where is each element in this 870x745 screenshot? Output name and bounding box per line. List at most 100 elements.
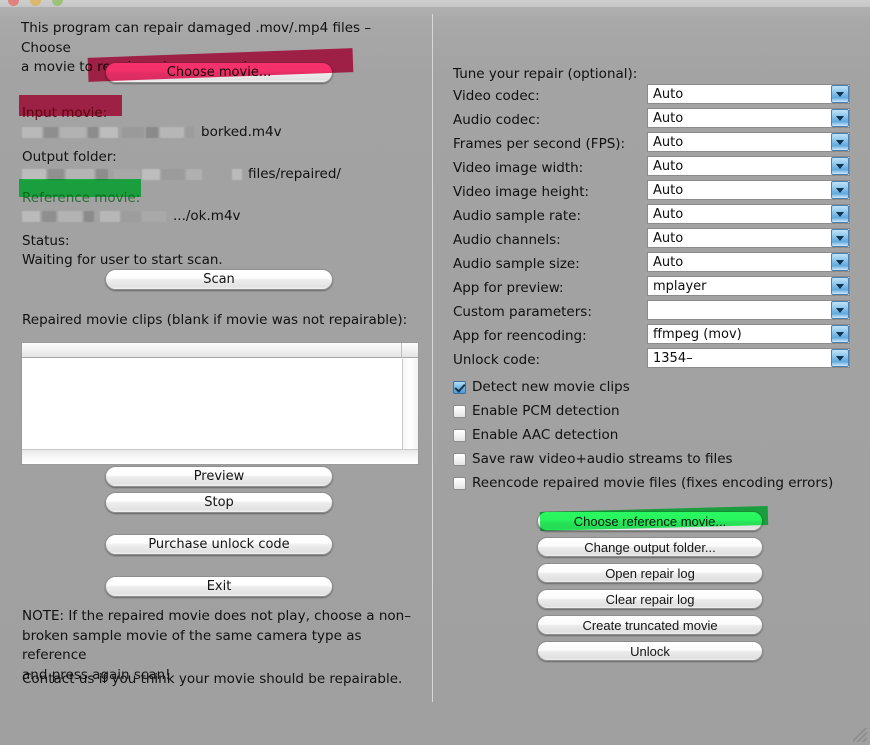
purchase-unlock-code-button[interactable]: Purchase unlock code <box>105 534 333 555</box>
field-label-7: Audio sample size: <box>453 256 580 272</box>
input-movie-filename: borked.m4v <box>201 124 282 140</box>
chevron-down-icon[interactable] <box>831 205 849 223</box>
list-horizontal-scrollbar[interactable] <box>22 449 418 464</box>
field-label-9: Custom parameters: <box>453 304 592 320</box>
status-label: Status: <box>22 233 70 249</box>
chevron-down-icon[interactable] <box>831 277 849 295</box>
list-body[interactable] <box>22 359 402 449</box>
field-select-6[interactable]: Auto <box>647 228 850 248</box>
chevron-down-icon[interactable] <box>831 181 849 199</box>
window-titlebar <box>0 0 870 7</box>
exit-button[interactable]: Exit <box>105 576 333 597</box>
field-value-7: Auto <box>653 254 684 270</box>
contact-text: Contact us if you think your movie shoul… <box>22 671 403 687</box>
field-value-0: Auto <box>653 86 684 102</box>
reference-movie-value: .../ok.m4v <box>173 208 241 224</box>
stop-button[interactable]: Stop <box>105 492 333 513</box>
checkbox-row-4[interactable]: Reencode repaired movie files (fixes enc… <box>453 475 833 491</box>
chevron-down-icon[interactable] <box>831 349 849 367</box>
open-repair-log-button[interactable]: Open repair log <box>537 563 763 583</box>
checkbox-unchecked-icon[interactable] <box>453 476 466 490</box>
checkbox-label-4: Reencode repaired movie files (fixes enc… <box>472 475 834 491</box>
repaired-clips-list[interactable] <box>21 342 419 465</box>
chevron-down-icon[interactable] <box>831 157 849 175</box>
app-window: This program can repair damaged .mov/.mp… <box>0 0 870 745</box>
checkbox-row-2[interactable]: Enable AAC detection <box>453 427 618 443</box>
field-value-6: Auto <box>653 230 684 246</box>
create-truncated-movie-button[interactable]: Create truncated movie <box>537 615 763 635</box>
reference-movie-path: .../ok.m4v <box>22 208 412 224</box>
field-select-1[interactable]: Auto <box>647 108 850 128</box>
field-select-3[interactable]: Auto <box>647 156 850 176</box>
chevron-down-icon[interactable] <box>831 133 849 151</box>
tune-repair-label: Tune your repair (optional): <box>453 66 638 82</box>
checkbox-checked-icon[interactable] <box>453 380 466 394</box>
minimize-button[interactable] <box>30 0 41 6</box>
panel-divider <box>432 14 433 702</box>
field-value-10: ffmpeg (mov) <box>653 326 742 342</box>
field-select-5[interactable]: Auto <box>647 204 850 224</box>
field-label-8: App for preview: <box>453 280 564 296</box>
output-folder-value: files/repaired/ <box>248 166 341 182</box>
field-select-10[interactable]: ffmpeg (mov) <box>647 324 850 344</box>
chevron-down-icon[interactable] <box>831 85 849 103</box>
unlock-button[interactable]: Unlock <box>537 641 763 661</box>
checkbox-label-3: Save raw video+audio streams to files <box>472 451 733 467</box>
field-label-10: App for reencoding: <box>453 328 587 344</box>
field-select-7[interactable]: Auto <box>647 252 850 272</box>
resize-grip[interactable] <box>853 728 867 742</box>
chevron-down-icon[interactable] <box>831 229 849 247</box>
output-folder-label: Output folder: <box>22 149 117 165</box>
field-value-5: Auto <box>653 206 684 222</box>
clear-repair-log-button[interactable]: Clear repair log <box>537 589 763 609</box>
status-value: Waiting for user to start scan. <box>22 252 223 268</box>
field-value-1: Auto <box>653 110 684 126</box>
field-select-11[interactable]: 1354– <box>647 348 850 368</box>
scan-button[interactable]: Scan <box>105 269 333 290</box>
input-movie-label: Input movie: <box>22 105 108 121</box>
checkbox-unchecked-icon[interactable] <box>453 428 466 442</box>
chevron-down-icon[interactable] <box>831 109 849 127</box>
checkbox-unchecked-icon[interactable] <box>453 452 466 466</box>
field-value-8: mplayer <box>653 278 707 294</box>
field-label-1: Audio codec: <box>453 112 541 128</box>
checkbox-row-1[interactable]: Enable PCM detection <box>453 403 620 419</box>
input-movie-path: borked.m4v <box>22 124 412 140</box>
change-output-folder-button[interactable]: Change output folder... <box>537 537 763 557</box>
checkbox-row-0[interactable]: Detect new movie clips <box>453 379 630 395</box>
checkbox-label-2: Enable AAC detection <box>472 427 619 443</box>
field-select-0[interactable]: Auto <box>647 84 850 104</box>
field-select-4[interactable]: Auto <box>647 180 850 200</box>
field-value-2: Auto <box>653 134 684 150</box>
field-value-4: Auto <box>653 182 684 198</box>
field-select-9[interactable] <box>647 300 850 320</box>
chevron-down-icon[interactable] <box>831 253 849 271</box>
output-folder-path: files/repaired/ <box>22 166 412 182</box>
checkbox-row-3[interactable]: Save raw video+audio streams to files <box>453 451 733 467</box>
zoom-button[interactable] <box>52 0 63 6</box>
preview-button[interactable]: Preview <box>105 466 333 487</box>
left-panel: This program can repair damaged .mov/.mp… <box>0 7 432 745</box>
checkbox-label-0: Detect new movie clips <box>472 379 630 395</box>
chevron-down-icon[interactable] <box>831 325 849 343</box>
reference-movie-label: Reference movie: <box>22 190 141 206</box>
chevron-down-icon[interactable] <box>831 301 849 319</box>
list-header <box>22 343 418 358</box>
checkbox-unchecked-icon[interactable] <box>453 404 466 418</box>
field-select-2[interactable]: Auto <box>647 132 850 152</box>
repaired-clips-label: Repaired movie clips (blank if movie was… <box>22 312 408 328</box>
field-select-8[interactable]: mplayer <box>647 276 850 296</box>
field-label-11: Unlock code: <box>453 352 541 368</box>
choose-reference-movie-button[interactable]: Choose reference movie... <box>537 511 763 531</box>
choose-movie-button[interactable]: Choose movie... <box>105 62 333 83</box>
field-value-11: 1354– <box>653 350 693 366</box>
field-label-3: Video image width: <box>453 160 584 176</box>
list-header-divider <box>401 343 402 358</box>
list-vertical-scrollbar[interactable] <box>402 359 418 449</box>
field-label-5: Audio sample rate: <box>453 208 582 224</box>
field-value-3: Auto <box>653 158 684 174</box>
field-label-6: Audio channels: <box>453 232 561 248</box>
field-label-4: Video image height: <box>453 184 590 200</box>
close-button[interactable] <box>8 0 19 6</box>
field-label-0: Video codec: <box>453 88 540 104</box>
